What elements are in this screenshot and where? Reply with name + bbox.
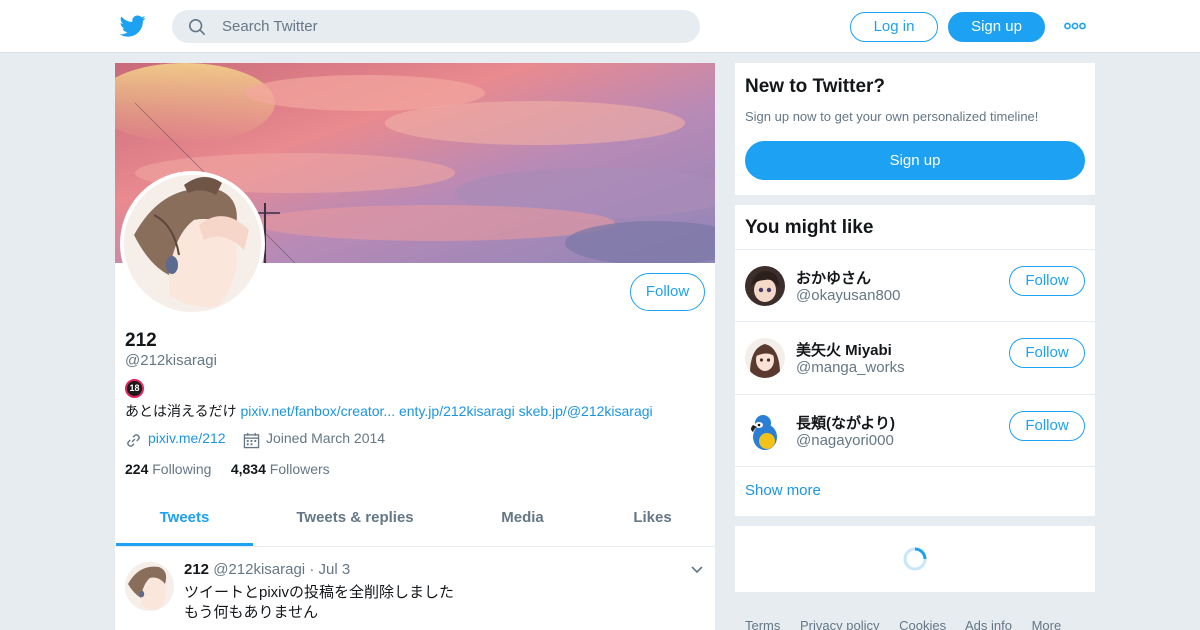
search-icon (188, 18, 206, 36)
new-to-twitter-card: New to Twitter? Sign up now to get your … (735, 63, 1095, 195)
tweet-author-handle[interactable]: @212kisaragi (213, 561, 305, 578)
user-avatar[interactable] (745, 411, 785, 451)
tweet-line: ツイートとpixivの投稿を全削除しました (184, 584, 455, 601)
loading-spinner-icon (903, 547, 927, 571)
you-might-like-card: You might like おかゆさん @okayusan800 Follow… (735, 205, 1095, 516)
footer-link-terms[interactable]: Terms (745, 618, 780, 630)
profile-tabs: Tweets Tweets & replies Media Likes (115, 496, 715, 547)
profile-handle[interactable]: @212kisaragi (125, 352, 217, 369)
tweet-date[interactable]: Jul 3 (319, 561, 351, 578)
follow-user-button[interactable]: Follow (1009, 411, 1085, 441)
suggested-user[interactable]: おかゆさん @okayusan800 Follow (735, 249, 1095, 322)
footer-links: Terms Privacy policy Cookies Ads info Mo… (745, 618, 1077, 630)
link-icon (127, 434, 140, 447)
profile-name: 212 (125, 330, 157, 351)
new-to-twitter-subtitle: Sign up now to get your own personalized… (745, 109, 1039, 124)
following-stat[interactable]: 224 Following (125, 461, 211, 477)
search-bar[interactable] (172, 10, 700, 43)
top-navigation-bar: Log in Sign up (0, 0, 1200, 53)
follow-user-button[interactable]: Follow (1009, 266, 1085, 296)
bio-link-fanbox[interactable]: pixiv.net/fanbox/creator... (240, 403, 395, 419)
tab-tweets-replies[interactable]: Tweets & replies (275, 496, 435, 546)
profile-website-link[interactable]: pixiv.me/212 (148, 430, 226, 446)
follow-button[interactable]: Follow (630, 273, 705, 311)
user-avatar[interactable] (745, 266, 785, 306)
show-more-link[interactable]: Show more (745, 482, 821, 499)
bio-link-skeb[interactable]: skeb.jp/@212kisaragi (519, 403, 653, 419)
tab-tweets[interactable]: Tweets (116, 496, 253, 546)
signup-button[interactable]: Sign up (948, 12, 1045, 42)
footer-link-privacy[interactable]: Privacy policy (800, 618, 879, 630)
tab-media[interactable]: Media (475, 496, 570, 546)
user-name[interactable]: おかゆさん (796, 267, 871, 288)
profile-stats: 224 Following 4,834 Followers (125, 461, 330, 477)
footer-link-ads-info[interactable]: Ads info (965, 618, 1012, 630)
profile-avatar[interactable] (120, 171, 265, 316)
tweet-separator: · (309, 561, 315, 578)
profile-column: Follow 212 @212kisaragi 18 あとは消えるだけ pixi… (115, 63, 715, 630)
user-handle[interactable]: @nagayori000 (796, 432, 894, 449)
suggested-user[interactable]: 美矢火 Miyabi @manga_works Follow (735, 321, 1095, 394)
user-avatar[interactable] (745, 338, 785, 378)
signup-card-button[interactable]: Sign up (745, 141, 1085, 180)
tweet-author-name[interactable]: 212 (184, 561, 209, 578)
profile-bio: あとは消えるだけ pixiv.net/fanbox/creator... ent… (125, 401, 653, 421)
you-might-like-title: You might like (745, 217, 874, 238)
loading-card (735, 526, 1095, 592)
bio-text: あとは消えるだけ (125, 403, 237, 419)
user-handle[interactable]: @okayusan800 (796, 287, 900, 304)
user-name[interactable]: 長頬(ながより) (796, 412, 895, 433)
footer-link-more[interactable]: More (1032, 618, 1062, 630)
twitter-bird-icon[interactable] (120, 13, 146, 39)
tweet-avatar[interactable] (125, 562, 174, 611)
r18-badge-icon: 18 (125, 379, 144, 398)
user-handle[interactable]: @manga_works (796, 359, 905, 376)
followers-stat[interactable]: 4,834 Followers (231, 461, 330, 477)
new-to-twitter-title: New to Twitter? (745, 76, 886, 97)
joined-date: Joined March 2014 (266, 430, 386, 446)
suggested-user[interactable]: 長頬(ながより) @nagayori000 Follow (735, 394, 1095, 467)
login-button[interactable]: Log in (850, 12, 938, 42)
tab-likes[interactable]: Likes (610, 496, 695, 546)
calendar-icon (243, 432, 260, 449)
chevron-down-icon[interactable] (691, 565, 703, 575)
tweet-text: ツイートとpixivの投稿を全削除しました もう何もありません (184, 583, 454, 623)
user-name[interactable]: 美矢火 Miyabi (796, 339, 892, 360)
tweet-line: もう何もありません (184, 604, 319, 621)
footer-link-cookies[interactable]: Cookies (899, 618, 946, 630)
more-dots-icon[interactable] (1064, 20, 1086, 32)
tweet-header: 212 @212kisaragi · Jul 3 (184, 561, 350, 578)
search-input[interactable] (222, 10, 682, 43)
follow-user-button[interactable]: Follow (1009, 338, 1085, 368)
bio-link-enty[interactable]: enty.jp/212kisaragi (399, 403, 515, 419)
